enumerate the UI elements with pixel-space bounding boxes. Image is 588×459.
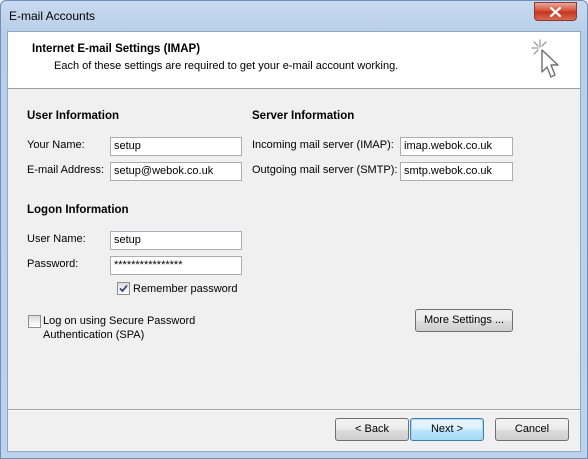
page-title: Internet E-mail Settings (IMAP) — [32, 43, 201, 55]
user-name-label: User Name: — [27, 233, 86, 245]
title-bar[interactable]: E-mail Accounts — [1, 1, 587, 31]
incoming-server-label: Incoming mail server (IMAP): — [252, 139, 394, 151]
password-label: Password: — [27, 258, 79, 270]
password-field[interactable]: **************** — [110, 256, 242, 275]
your-name-label: Your Name: — [27, 139, 85, 151]
spa-label-line1: Log on using Secure Password — [43, 315, 196, 327]
cursor-sparkle-icon — [531, 39, 559, 78]
outgoing-server-label: Outgoing mail server (SMTP): — [252, 164, 398, 176]
server-info-heading: Server Information — [252, 110, 355, 122]
window-title: E-mail Accounts — [9, 9, 96, 23]
email-accounts-window: E-mail Accounts Internet E-mail Settings… — [0, 0, 588, 459]
outgoing-server-field[interactable]: smtp.webok.co.uk — [400, 162, 513, 181]
cancel-button[interactable]: Cancel — [495, 418, 569, 441]
close-button[interactable] — [534, 2, 577, 21]
back-button[interactable]: < Back — [335, 418, 409, 441]
email-address-field[interactable]: setup@webok.co.uk — [110, 162, 242, 181]
checkmark-icon — [119, 284, 128, 293]
footer-divider — [8, 409, 580, 411]
remember-password-label: Remember password — [133, 283, 238, 295]
logon-info-heading: Logon Information — [27, 204, 129, 216]
page-subtitle: Each of these settings are required to g… — [54, 60, 399, 72]
spa-label-line2: Authentication (SPA) — [43, 329, 145, 341]
dialog-client-area: Internet E-mail Settings (IMAP) Each of … — [7, 31, 581, 452]
spa-checkbox[interactable] — [28, 315, 41, 328]
more-settings-button[interactable]: More Settings ... — [415, 309, 513, 332]
user-info-heading: User Information — [27, 110, 120, 122]
email-address-label: E-mail Address: — [27, 164, 105, 176]
user-name-field[interactable]: setup — [110, 231, 242, 250]
wizard-header: Internet E-mail Settings (IMAP) Each of … — [8, 32, 580, 89]
incoming-server-field[interactable]: imap.webok.co.uk — [400, 137, 513, 156]
remember-password-checkbox[interactable] — [117, 282, 130, 295]
close-icon — [549, 7, 562, 17]
your-name-field[interactable]: setup — [110, 137, 242, 156]
next-button[interactable]: Next > — [410, 418, 484, 441]
